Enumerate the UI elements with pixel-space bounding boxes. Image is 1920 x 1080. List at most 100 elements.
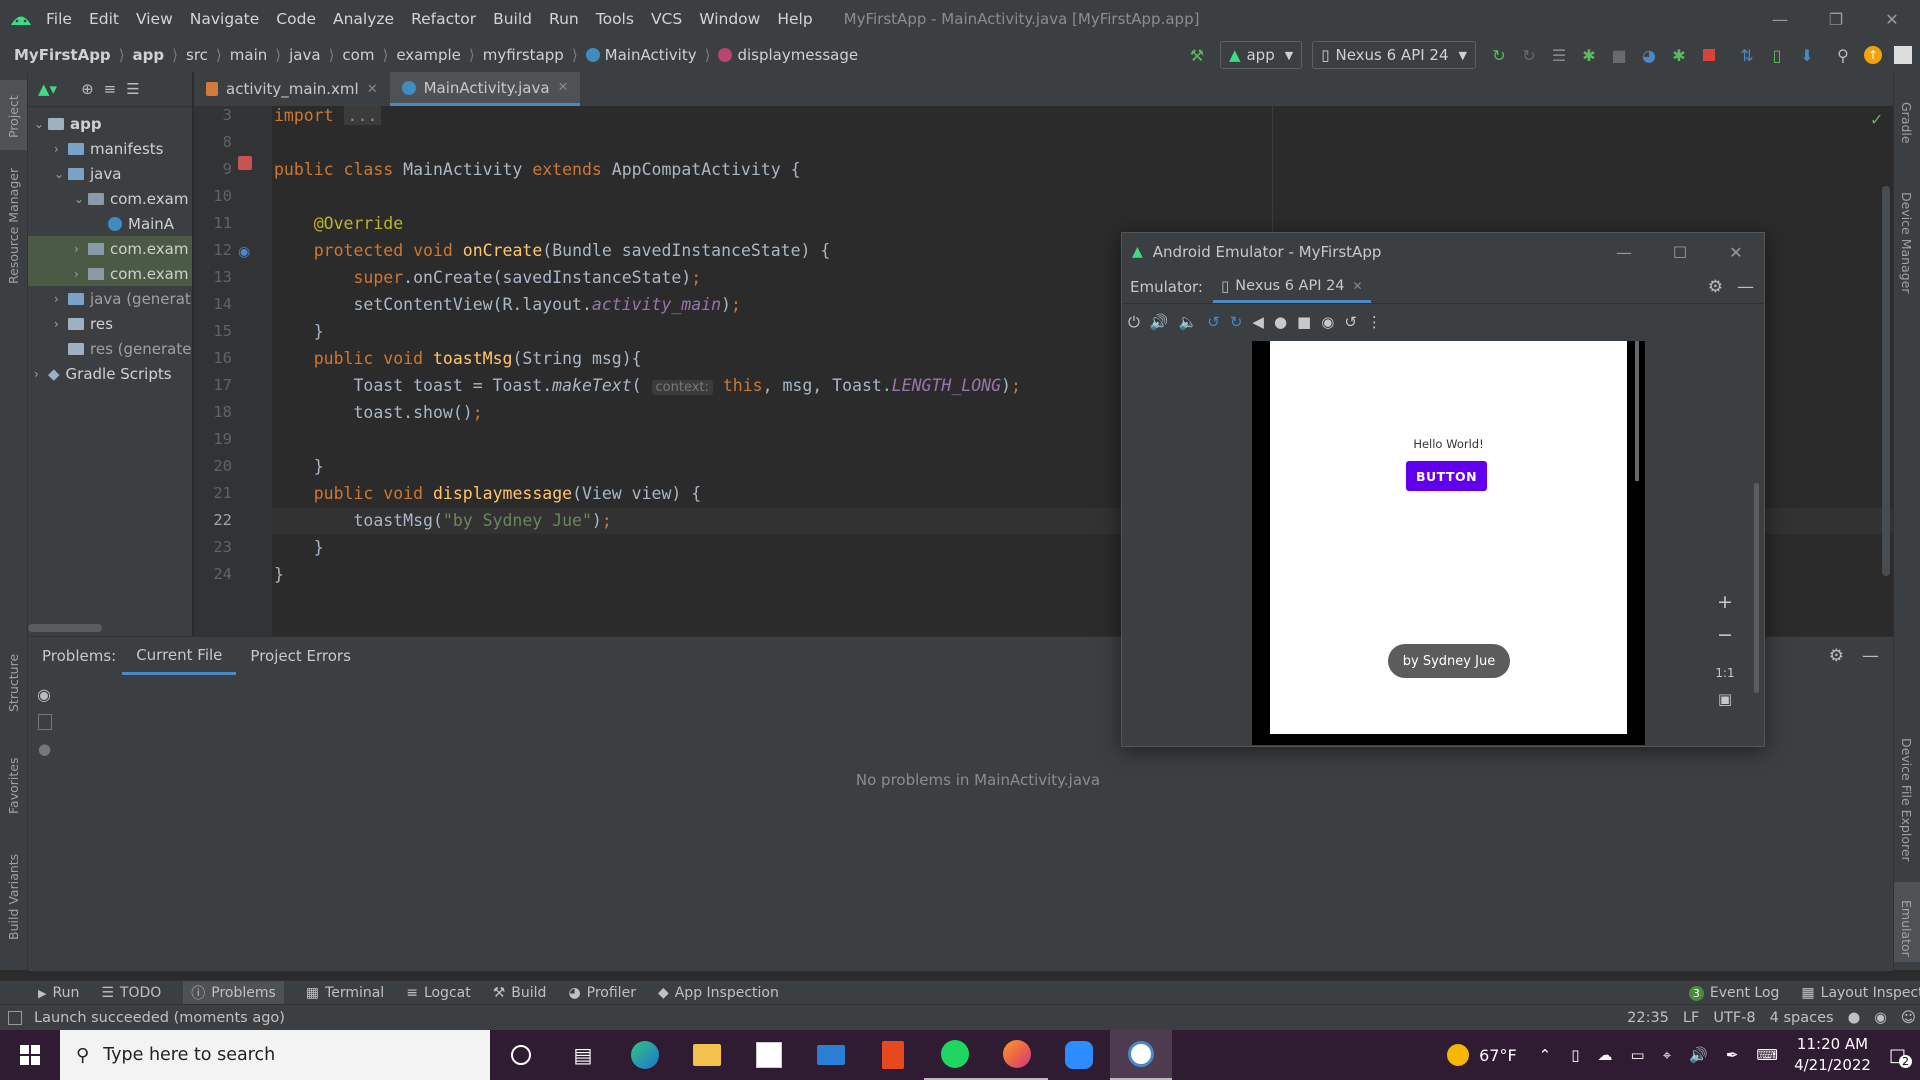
android-studio-icon[interactable] <box>1110 1030 1172 1080</box>
tool-build[interactable]: ⚒ Build <box>493 985 547 1001</box>
tree-item-java[interactable]: ⌄ java <box>28 161 192 186</box>
tab-activity-main-xml[interactable]: activity_main.xml ✕ <box>194 72 390 106</box>
chevron-right-icon[interactable]: › <box>74 267 88 281</box>
close-button[interactable]: ✕ <box>1864 0 1920 38</box>
pen-icon[interactable]: ✒ <box>1726 1046 1739 1064</box>
breadcrumb-src[interactable]: src <box>186 46 208 64</box>
tree-item-package-android-test[interactable]: › com.exam <box>28 236 192 261</box>
memory-icon[interactable]: ◉ <box>1874 1010 1887 1026</box>
search-icon[interactable]: ⚲ <box>1830 42 1856 68</box>
emulator-scrollbar[interactable] <box>1754 483 1759 693</box>
cortana-icon[interactable] <box>490 1030 552 1080</box>
rotate-right-icon[interactable]: ↻ <box>1230 313 1243 331</box>
hide-panel-icon[interactable]: — <box>1862 646 1879 666</box>
menu-window[interactable]: Window <box>699 10 760 28</box>
chevron-right-icon[interactable]: › <box>74 242 88 256</box>
rotate-left-icon[interactable]: ↺ <box>1207 313 1220 331</box>
device-manager-icon[interactable]: ▯ <box>1764 42 1790 68</box>
menu-run[interactable]: Run <box>549 10 579 28</box>
device-select[interactable]: ▯ Nexus 6 API 24 ▼ <box>1312 41 1476 69</box>
volume-down-icon[interactable]: 🔈 <box>1179 313 1198 331</box>
tool-emulator[interactable]: Emulator <box>1899 900 1914 957</box>
run-with-coverage-icon[interactable]: ■ <box>1606 42 1632 68</box>
menu-vcs[interactable]: VCS <box>651 10 682 28</box>
lightbulb-icon[interactable]: ● <box>38 740 62 758</box>
menu-tools[interactable]: Tools <box>596 10 634 28</box>
overview-icon[interactable]: ■ <box>1297 313 1311 331</box>
emulator-maximize-button[interactable]: ☐ <box>1652 233 1708 271</box>
clock[interactable]: 11:20 AM 4/21/2022 <box>1794 1034 1871 1076</box>
menu-analyze[interactable]: Analyze <box>333 10 394 28</box>
back-icon[interactable]: ◀ <box>1252 313 1264 331</box>
debug-icon[interactable]: ✱ <box>1576 42 1602 68</box>
tool-problems[interactable]: ⓘ Problems <box>183 981 284 1005</box>
tree-item-res-generated[interactable]: res (generate <box>28 336 192 361</box>
emulator-close-button[interactable]: ✕ <box>1708 233 1764 271</box>
tool-structure[interactable]: Structure <box>6 654 21 712</box>
chevron-right-icon[interactable]: › <box>34 367 48 381</box>
tool-device-manager[interactable]: Device Manager <box>1899 192 1914 294</box>
emulator-minimize-button[interactable]: — <box>1596 233 1652 271</box>
tool-favorites[interactable]: Favorites <box>6 758 21 814</box>
horizontal-scrollbar[interactable] <box>28 624 102 632</box>
apply-changes-icon[interactable]: ↻ <box>1486 42 1512 68</box>
zoom-icon[interactable] <box>1048 1030 1110 1080</box>
menu-build[interactable]: Build <box>493 10 532 28</box>
menu-edit[interactable]: Edit <box>89 10 119 28</box>
power-icon[interactable]: ⏻ <box>1128 313 1140 331</box>
menu-code[interactable]: Code <box>276 10 316 28</box>
breadcrumb-main[interactable]: main <box>230 46 267 64</box>
chevron-up-icon[interactable]: ⌃ <box>1539 1046 1552 1064</box>
menu-navigate[interactable]: Navigate <box>190 10 260 28</box>
more-options-icon[interactable]: ⋮ <box>1367 313 1382 331</box>
tool-terminal[interactable]: ▦ Terminal <box>306 985 384 1001</box>
breadcrumb-myfirstapp[interactable]: myfirstapp <box>483 46 564 64</box>
gear-icon[interactable]: ⚙ <box>1829 646 1844 666</box>
hide-panel-icon[interactable]: — <box>1737 277 1754 297</box>
file-encoding[interactable]: UTF-8 <box>1713 1010 1755 1026</box>
chevron-down-icon[interactable]: ⌄ <box>34 117 48 131</box>
close-icon[interactable]: ✕ <box>367 82 378 97</box>
meet-now-icon[interactable]: ▯ <box>1571 1046 1579 1064</box>
tool-resource-manager[interactable]: Resource Manager <box>6 168 21 284</box>
update-icon[interactable]: ↑ <box>1860 42 1886 68</box>
sdk-manager-icon[interactable]: ⬇ <box>1794 42 1820 68</box>
tool-gradle[interactable]: Gradle <box>1899 102 1914 144</box>
chevron-down-icon[interactable]: ⌄ <box>54 167 68 181</box>
spotify-icon[interactable] <box>924 1030 986 1080</box>
tool-device-file-explorer[interactable]: Device File Explorer <box>1899 738 1914 862</box>
office-icon[interactable] <box>862 1030 924 1080</box>
weather-temp[interactable]: 67°F <box>1479 1046 1517 1065</box>
apply-code-changes-icon[interactable]: ↻ <box>1516 42 1542 68</box>
menu-file[interactable]: File <box>46 10 72 28</box>
tool-layout-inspector[interactable]: ▦ Layout Inspector <box>1801 985 1920 1001</box>
line-separator[interactable]: LF <box>1683 1010 1699 1026</box>
coverage-icon[interactable]: ☰ <box>1546 42 1572 68</box>
avatar-icon[interactable] <box>1890 42 1916 68</box>
chevron-right-icon[interactable]: › <box>54 317 68 331</box>
tool-run[interactable]: ▶ Run <box>38 985 79 1001</box>
app-button[interactable]: BUTTON <box>1406 461 1487 491</box>
breadcrumb-method[interactable]: displaymessage <box>737 46 858 64</box>
tool-logcat[interactable]: ≡ Logcat <box>406 985 471 1001</box>
eye-icon[interactable]: ◉ <box>37 685 62 704</box>
close-icon[interactable]: ✕ <box>558 80 569 95</box>
firefox-icon[interactable] <box>986 1030 1048 1080</box>
emulator-device-tab[interactable]: ▯ Nexus 6 API 24 ✕ <box>1212 271 1371 303</box>
status-message[interactable]: Launch succeeded (moments ago) <box>34 1010 285 1026</box>
volume-up-icon[interactable]: 🔊 <box>1150 313 1169 331</box>
tree-item-mainactivity[interactable]: MainA <box>28 211 192 236</box>
keyboard-icon[interactable]: ⌨ <box>1756 1046 1778 1064</box>
panel-toggle-icon[interactable] <box>8 1011 22 1025</box>
vertical-scrollbar[interactable] <box>1882 186 1890 576</box>
attach-debugger-icon[interactable]: ✱ <box>1666 42 1692 68</box>
tool-todo[interactable]: ☰ TODO <box>101 985 161 1001</box>
task-view-icon[interactable]: ▤ <box>552 1030 614 1080</box>
sync-gradle-icon[interactable]: ⇅ <box>1734 42 1760 68</box>
file-explorer-icon[interactable] <box>676 1030 738 1080</box>
tree-item-gradle-scripts[interactable]: › ◆ Gradle Scripts <box>28 361 192 386</box>
screenshot-icon[interactable]: ◉ <box>1321 313 1334 331</box>
tree-item-res[interactable]: › res <box>28 311 192 336</box>
run-class-gutter-icon[interactable] <box>238 156 252 170</box>
gear-icon[interactable]: ⚙ <box>1708 277 1723 297</box>
